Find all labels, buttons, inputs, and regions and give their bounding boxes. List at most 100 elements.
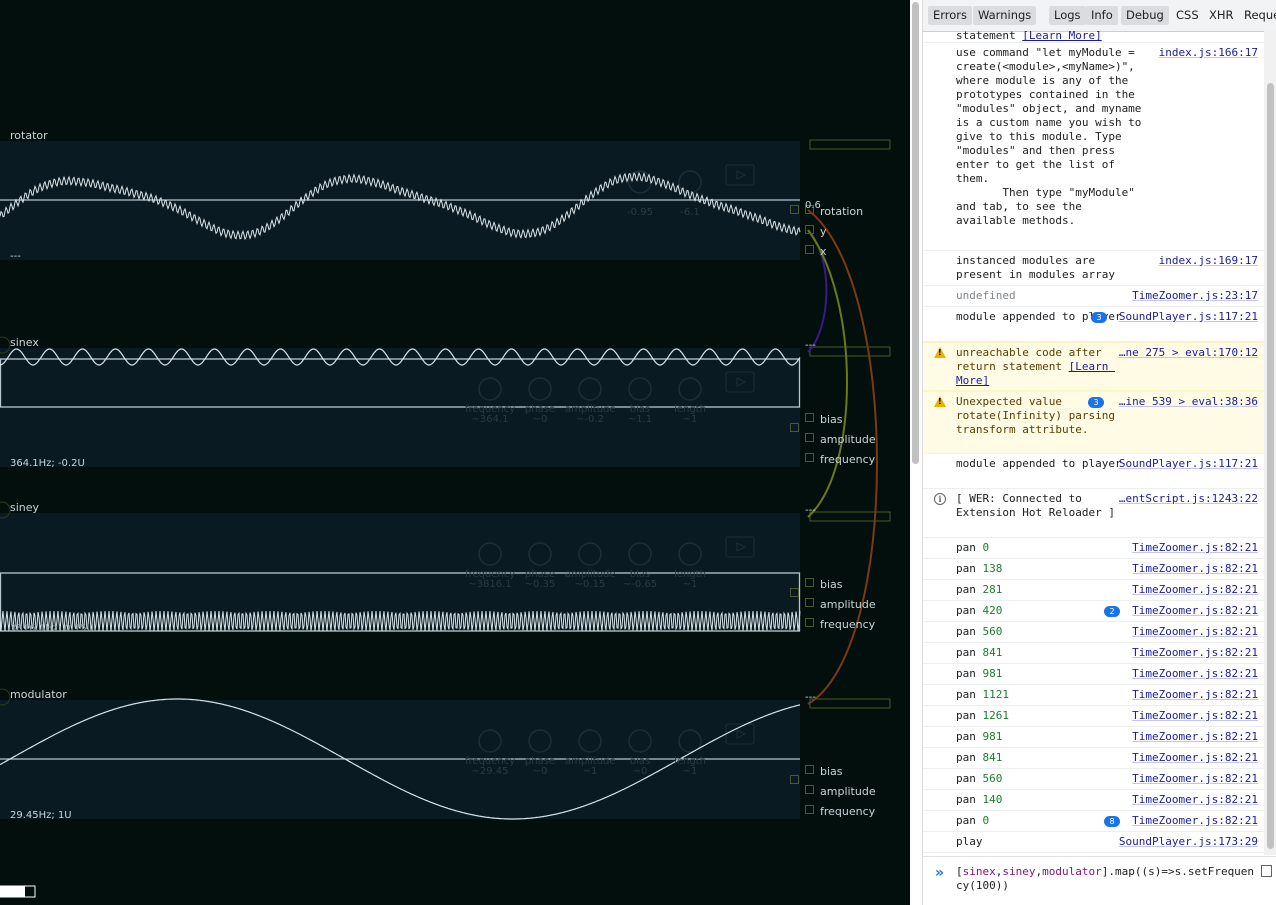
- message-number: 138: [982, 562, 1003, 575]
- port-siney-frequency[interactable]: [805, 618, 814, 627]
- port-sinex-amplitude[interactable]: [805, 433, 814, 442]
- learn-more-link[interactable]: [Learn More]: [1022, 31, 1101, 42]
- source-link[interactable]: SoundPlayer.js:117:21: [1119, 457, 1258, 471]
- console-command[interactable]: [sinex,siney,modulator].map((s)=>s.setFr…: [956, 865, 1256, 893]
- console-scrollbar[interactable]: [1264, 31, 1276, 855]
- devtools-console: Errors Warnings Logs Info Debug CSS XHR …: [923, 0, 1276, 905]
- port-label-sinex-2: frequency: [820, 453, 876, 466]
- source-link[interactable]: TimeZoomer.js:23:17: [1132, 289, 1258, 303]
- port-modulator-amplitude[interactable]: [805, 785, 814, 794]
- console-message-text: pan 1121: [956, 688, 1146, 702]
- message-text: pan: [956, 562, 976, 575]
- source-link[interactable]: SoundPlayer.js:173:29: [1119, 835, 1258, 849]
- filter-css[interactable]: CSS: [1176, 6, 1199, 25]
- source-link[interactable]: TimeZoomer.js:82:21: [1132, 562, 1258, 576]
- console-message: pan 420 2 TimeZoomer.js:82:21: [923, 601, 1264, 622]
- source-link[interactable]: TimeZoomer.js:82:21: [1132, 667, 1258, 681]
- source-link[interactable]: index.js:169:17: [1159, 254, 1258, 268]
- console-message: pan 1261 TimeZoomer.js:82:21: [923, 706, 1264, 727]
- output-port-modulator[interactable]: [790, 775, 799, 784]
- port-sinex-bias[interactable]: [805, 413, 814, 422]
- source-link[interactable]: SoundPlayer.js:117:21: [1119, 310, 1258, 324]
- source-link[interactable]: TimeZoomer.js:82:21: [1132, 814, 1258, 828]
- message-text: pan: [956, 583, 976, 596]
- source-link[interactable]: TimeZoomer.js:82:21: [1132, 730, 1258, 744]
- console-message: pan 0 8 TimeZoomer.js:82:21: [923, 811, 1264, 832]
- repeat-count-badge: 8: [1104, 816, 1120, 827]
- port-sinex-frequency[interactable]: [805, 453, 814, 462]
- console-message-text: module appended to player: [956, 310, 1146, 324]
- module-status-sinex: 364.1Hz; -0.2U: [10, 458, 85, 469]
- message-number: 1121: [982, 688, 1010, 701]
- source-link[interactable]: TimeZoomer.js:82:21: [1132, 583, 1258, 597]
- knob-value-sinex-0: ~364.1: [471, 414, 509, 425]
- page-scrollbar[interactable]: [910, 0, 923, 905]
- console-message-text: use command "let myModule = create(<modu…: [956, 46, 1146, 228]
- console-input[interactable]: » [sinex,siney,modulator].map((s)=>s.set…: [923, 856, 1276, 905]
- timeline-scrollbar-thumb: [0, 886, 25, 897]
- filter-errors[interactable]: Errors: [928, 6, 973, 25]
- source-link[interactable]: …ine 539 > eval:38:36: [1119, 395, 1258, 409]
- output-port-sinex[interactable]: [790, 423, 799, 432]
- message-text: [ WER: Connected to Extension Hot Reload…: [956, 492, 1115, 519]
- source-link[interactable]: TimeZoomer.js:82:21: [1132, 604, 1258, 618]
- message-text: pan: [956, 793, 976, 806]
- message-text: undefined: [956, 289, 1016, 302]
- multiline-editor-icon[interactable]: [1261, 865, 1272, 877]
- source-link[interactable]: TimeZoomer.js:82:21: [1132, 688, 1258, 702]
- message-text: module appended to player: [956, 457, 1122, 470]
- cable-siney-y: [807, 229, 848, 518]
- source-link[interactable]: TimeZoomer.js:82:21: [1132, 625, 1258, 639]
- console-message: pan 138 TimeZoomer.js:82:21: [923, 559, 1264, 580]
- source-link[interactable]: TimeZoomer.js:82:21: [1132, 751, 1258, 765]
- port-modulator-bias[interactable]: [805, 765, 814, 774]
- port-siney-bias[interactable]: [805, 578, 814, 587]
- filter-debug[interactable]: Debug: [1121, 6, 1169, 25]
- port-label-sinex-0: bias: [820, 413, 843, 426]
- console-message: use command "let myModule = create(<modu…: [923, 43, 1264, 251]
- console-message-text: pan 138: [956, 562, 1146, 576]
- port-modulator-frequency[interactable]: [805, 805, 814, 814]
- synth-svg: [0, 139, 891, 898]
- message-text: statement: [956, 31, 1016, 42]
- message-text: pan: [956, 772, 976, 785]
- source-link[interactable]: index.js:166:17: [1159, 46, 1258, 60]
- filter-warnings[interactable]: Warnings: [973, 6, 1037, 25]
- source-link[interactable]: TimeZoomer.js:82:21: [1132, 646, 1258, 660]
- filter-requests[interactable]: Reque: [1244, 6, 1276, 25]
- source-link[interactable]: TimeZoomer.js:82:21: [1132, 793, 1258, 807]
- console-warning: ! unreachable code after return statement…: [923, 342, 1264, 391]
- output-port-siney[interactable]: [790, 588, 799, 597]
- source-link[interactable]: TimeZoomer.js:82:21: [1132, 541, 1258, 555]
- warning-mark: !: [938, 348, 942, 357]
- message-text: pan: [956, 688, 976, 701]
- page-scrollbar-thumb[interactable]: [912, 2, 919, 464]
- source-link[interactable]: …entScript.js:1243:22: [1119, 492, 1258, 506]
- module-head-box-modulator: [809, 698, 891, 709]
- knob-value-rotator-0: -0.95: [627, 207, 653, 218]
- module-title-rotator: rotator: [10, 129, 48, 142]
- source-link[interactable]: TimeZoomer.js:82:21: [1132, 772, 1258, 786]
- cmd-var-sinex: sinex: [962, 865, 996, 878]
- source-link[interactable]: …ne 275 > eval:170:12: [1119, 346, 1258, 360]
- filter-xhr[interactable]: XHR: [1209, 6, 1234, 25]
- cmd-var-siney: siney: [1002, 865, 1036, 878]
- source-link[interactable]: TimeZoomer.js:82:21: [1132, 709, 1258, 723]
- console-message-text: play: [956, 835, 1146, 849]
- port-siney-amplitude[interactable]: [805, 598, 814, 607]
- module-title-modulator: modulator: [10, 688, 67, 701]
- console-message-text: Unexpected value rotate(Infinity) parsin…: [956, 395, 1146, 437]
- message-number: 281: [982, 583, 1003, 596]
- module-head-box-sinex: [809, 346, 891, 357]
- port-rotator-x[interactable]: [805, 245, 814, 254]
- console-scrollbar-thumb[interactable]: [1267, 83, 1274, 849]
- knob-value-sinex-3: ~1.1: [627, 414, 653, 425]
- filter-logs[interactable]: Logs: [1049, 6, 1086, 25]
- console-message: pan 841 TimeZoomer.js:82:21: [923, 748, 1264, 769]
- port-rotator-y[interactable]: [805, 225, 814, 234]
- console-message-text: unreachable code after return statement …: [956, 346, 1146, 388]
- rotation-value: 0.6: [805, 200, 821, 211]
- filter-info[interactable]: Info: [1086, 6, 1118, 25]
- output-port-rotator[interactable]: [790, 205, 799, 214]
- console-message: pan 981 TimeZoomer.js:82:21: [923, 664, 1264, 685]
